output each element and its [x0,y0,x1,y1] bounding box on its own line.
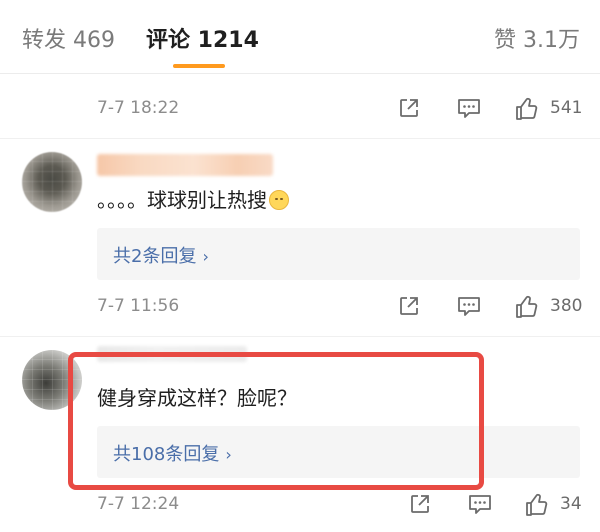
share-icon[interactable] [408,492,432,516]
divider [0,336,600,337]
comment-icon[interactable] [456,96,482,120]
comment-time: 7-7 18:22 [97,98,180,118]
chevron-right-icon: › [202,247,209,266]
share-icon[interactable] [397,96,421,120]
comment-meta-row: 7-7 11:56 380 [0,290,600,324]
like-count: 541 [550,98,583,118]
like-count: 34 [560,494,582,514]
thumbs-up-icon[interactable] [524,492,550,518]
avatar[interactable] [22,152,82,212]
active-tab-indicator [173,64,225,68]
comment-body: 。。。。球球别让热搜 [97,188,267,212]
sleeping-face-emoji-icon [269,190,289,210]
username-blurred[interactable] [97,154,273,176]
highlight-annotation-box [68,352,484,490]
tab-repost[interactable]: 转发 469 [22,26,115,56]
replies-preview[interactable]: 共2条回复 › [97,228,580,280]
comment-time: 7-7 12:24 [97,494,180,514]
comment-time: 7-7 11:56 [97,296,180,316]
like-count: 380 [550,296,583,316]
tab-bar: 转发 469 评论 1214 赞 3.1万 [0,0,600,74]
divider [0,138,600,139]
comment-meta-row: 7-7 18:22 541 [0,92,600,126]
tab-comments[interactable]: 评论 1214 [146,26,259,56]
thumbs-up-icon[interactable] [514,96,540,122]
thumbs-up-icon[interactable] [514,294,540,320]
comment-text: 。。。。球球别让热搜 [97,186,289,214]
comment-icon[interactable] [467,492,493,516]
replies-count: 共2条回复 [113,246,197,267]
share-icon[interactable] [397,294,421,318]
comment-meta-row: 7-7 12:24 34 [0,488,600,522]
tab-likes[interactable]: 赞 3.1万 [494,26,580,56]
view-replies-link[interactable]: 共2条回复 › [113,242,209,268]
comment-icon[interactable] [456,294,482,318]
